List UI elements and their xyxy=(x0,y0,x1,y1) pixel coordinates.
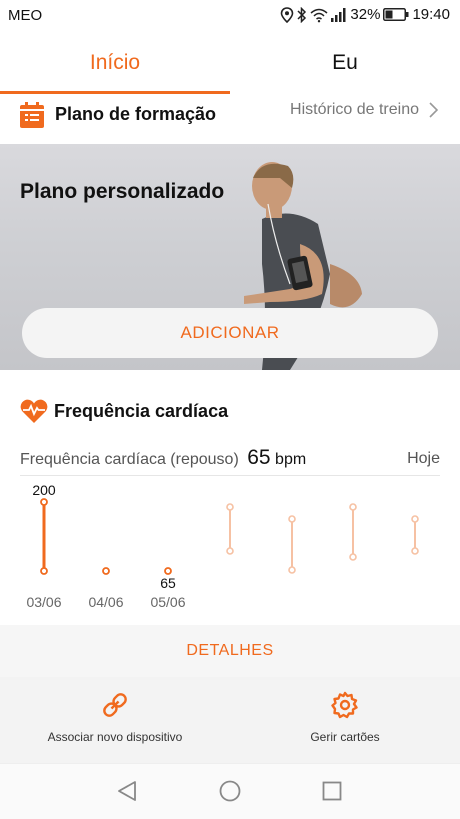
location-icon xyxy=(281,6,294,23)
associate-device-button[interactable]: Associar novo dispositivo xyxy=(0,691,230,744)
heart-rate-title: Frequência cardíaca xyxy=(54,401,229,421)
heart-pulse-icon xyxy=(20,399,48,423)
data-label: 200 xyxy=(32,482,56,498)
resting-label: Frequência cardíaca (repouso) xyxy=(20,451,239,468)
resting-heart-rate: Frequência cardíaca (repouso) 65 bpm xyxy=(20,446,306,470)
chevron-right-icon xyxy=(429,102,438,118)
min-point xyxy=(164,567,172,575)
placeholder-point xyxy=(288,515,296,523)
manage-cards-button[interactable]: Gerir cartões xyxy=(230,691,460,744)
data-label: 65 xyxy=(160,575,176,591)
resting-value: 65 xyxy=(247,446,271,469)
signal-icon xyxy=(331,7,346,22)
personalized-plan-title: Plano personalizado xyxy=(20,180,225,203)
associate-device-label: Associar novo dispositivo xyxy=(47,730,183,744)
training-plan-header: Plano de formação Histórico de treino xyxy=(0,94,460,144)
placeholder-point xyxy=(411,547,419,555)
calendar-icon xyxy=(20,102,44,128)
placeholder-point xyxy=(226,503,234,511)
placeholder-point xyxy=(349,503,357,511)
training-history-link[interactable]: Histórico de treino xyxy=(290,101,438,119)
navigation-bar xyxy=(0,763,460,819)
tab-bar: Início Eu xyxy=(0,32,460,94)
manage-cards-label: Gerir cartões xyxy=(310,730,380,744)
min-point xyxy=(102,567,110,575)
placeholder-point xyxy=(226,547,234,555)
training-plan-title: Plano de formação xyxy=(55,104,217,124)
wifi-icon xyxy=(310,8,328,22)
bluetooth-icon xyxy=(297,6,307,23)
training-history-label: Histórico de treino xyxy=(290,101,419,118)
max-point xyxy=(40,498,48,506)
bottom-actions: Associar novo dispositivo Gerir cartões xyxy=(0,677,460,763)
battery-icon xyxy=(383,8,409,21)
x-tick-label: 05/06 xyxy=(150,594,185,610)
period-label: Hoje xyxy=(407,450,440,467)
battery-percent: 32% xyxy=(350,6,381,23)
status-bar: MEO 32% 19:40 xyxy=(0,0,460,32)
tab-inicio[interactable]: Início xyxy=(0,32,230,94)
x-tick-label: 04/06 xyxy=(88,594,123,610)
tab-eu[interactable]: Eu xyxy=(230,32,460,94)
placeholder-point xyxy=(288,566,296,574)
placeholder-point xyxy=(349,553,357,561)
link-icon xyxy=(103,693,127,717)
status-icons: 32% 19:40 xyxy=(280,6,450,23)
home-icon[interactable] xyxy=(219,780,241,802)
carrier-label: MEO xyxy=(8,7,43,24)
details-button[interactable]: DETALHES xyxy=(0,625,460,677)
recents-icon[interactable] xyxy=(322,781,342,801)
back-icon[interactable] xyxy=(117,780,137,802)
x-tick-label: 03/06 xyxy=(26,594,61,610)
gear-icon xyxy=(331,691,358,719)
add-button[interactable]: ADICIONAR xyxy=(22,308,438,358)
resting-unit: bpm xyxy=(275,451,307,468)
personalized-plan-banner[interactable]: Plano personalizado ADICIONAR xyxy=(0,144,460,370)
placeholder-point xyxy=(411,515,419,523)
min-point xyxy=(40,567,48,575)
clock: 19:40 xyxy=(412,6,450,23)
heart-rate-chart: 200 03/06 04/06 65 05/06 xyxy=(26,482,419,610)
